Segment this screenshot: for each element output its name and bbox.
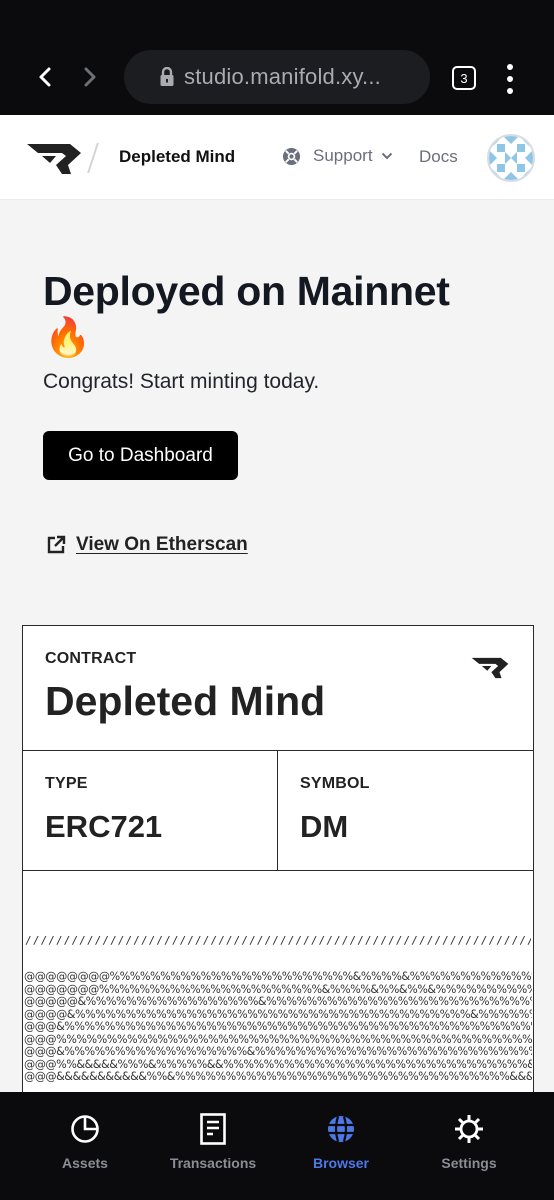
page-title: Deployed on Mainnet xyxy=(43,268,450,314)
chevron-right-icon xyxy=(84,67,96,87)
contract-section: CONTRACT Depleted Mind xyxy=(23,626,533,751)
ascii-row: @@@&%%%%%%%%%%%%%%%%%%%%%%%%%%%%%%%%%%%%… xyxy=(24,1020,532,1033)
project-name[interactable]: Depleted Mind xyxy=(119,147,235,167)
lock-icon xyxy=(160,67,174,86)
ascii-row: @@@&&&&&&&&&&&%%&%%%%%%%%%%%%%%%%%%%%%%%… xyxy=(24,1070,532,1083)
tab-switcher-button[interactable]: 3 xyxy=(452,66,476,90)
user-avatar[interactable] xyxy=(487,134,535,182)
support-label: Support xyxy=(313,146,373,165)
external-link-icon xyxy=(47,535,66,554)
support-menu[interactable]: Support xyxy=(282,146,393,166)
site-header: Depleted Mind Support Docs xyxy=(0,115,554,200)
gear-icon xyxy=(455,1115,483,1143)
more-vertical-icon xyxy=(507,64,513,70)
type-cell: TYPE ERC721 xyxy=(23,751,278,870)
ascii-row: @@@@@@@@%%%%%%%%%%%%%%%%%%%%%%%%&%%%%&%%… xyxy=(24,971,532,983)
docs-link[interactable]: Docs xyxy=(419,147,458,167)
nav-settings-label: Settings xyxy=(441,1155,497,1171)
symbol-cell: SYMBOL DM xyxy=(278,751,533,870)
contract-details-row: TYPE ERC721 SYMBOL DM xyxy=(23,751,533,871)
view-on-etherscan-link[interactable]: View On Etherscan xyxy=(46,534,248,556)
pie-chart-icon xyxy=(71,1115,99,1143)
manifold-logo[interactable] xyxy=(26,143,82,180)
slash-divider: ////////////////////////////////////////… xyxy=(25,934,531,947)
contract-label: CONTRACT xyxy=(45,650,137,667)
lifebuoy-icon xyxy=(282,147,301,165)
nav-browser-label: Browser xyxy=(312,1155,370,1171)
nav-transactions-label: Transactions xyxy=(169,1155,257,1171)
document-icon xyxy=(200,1113,226,1145)
symbol-value: DM xyxy=(300,809,349,844)
forward-button[interactable] xyxy=(75,62,105,92)
back-button[interactable] xyxy=(30,62,60,92)
nav-assets[interactable]: Assets xyxy=(25,1112,145,1171)
ascii-row: @@@@@&%%%%%%%%%%%%%%%%%&%%%%%%%%%%%%%%%%… xyxy=(24,995,532,1008)
bottom-navigation: Assets Transactions Browser Settings xyxy=(0,1092,554,1200)
url-text: studio.manifold.xy... xyxy=(184,64,381,89)
type-value: ERC721 xyxy=(45,809,163,844)
subtitle: Congrats! Start minting today. xyxy=(43,370,320,393)
address-bar[interactable]: studio.manifold.xy... xyxy=(124,50,430,104)
type-label: TYPE xyxy=(45,775,88,792)
manifold-logo xyxy=(471,657,509,684)
status-bar xyxy=(0,0,554,40)
browser-toolbar: studio.manifold.xy... 3 xyxy=(0,40,554,115)
contract-name: Depleted Mind xyxy=(45,678,326,724)
chevron-down-icon xyxy=(381,152,392,160)
breadcrumb-separator xyxy=(87,143,99,173)
ascii-art-preview: @@@@@@@@%%%%%%%%%%%%%%%%%%%%%%%%&%%%%&%%… xyxy=(24,971,532,1084)
symbol-label: SYMBOL xyxy=(300,775,370,792)
nav-browser[interactable]: Browser xyxy=(281,1112,401,1171)
nav-transactions[interactable]: Transactions xyxy=(153,1112,273,1171)
ascii-row: @@@&%%%%%%%%%%%%%%%%%%&%%%%%%%%%%%%%%%%%… xyxy=(24,1045,532,1058)
chevron-left-icon xyxy=(39,67,51,87)
nav-assets-label: Assets xyxy=(62,1155,108,1171)
more-menu-button[interactable] xyxy=(500,64,520,94)
etherscan-label: View On Etherscan xyxy=(76,534,248,555)
globe-icon xyxy=(328,1116,354,1142)
fire-emoji: 🔥 xyxy=(44,317,92,359)
nav-settings[interactable]: Settings xyxy=(409,1112,529,1171)
main-content: Deployed on Mainnet 🔥 Congrats! Start mi… xyxy=(0,200,554,1092)
contract-card: CONTRACT Depleted Mind TYPE ERC721 SYMBO… xyxy=(22,625,534,1092)
go-to-dashboard-button[interactable]: Go to Dashboard xyxy=(43,431,238,480)
